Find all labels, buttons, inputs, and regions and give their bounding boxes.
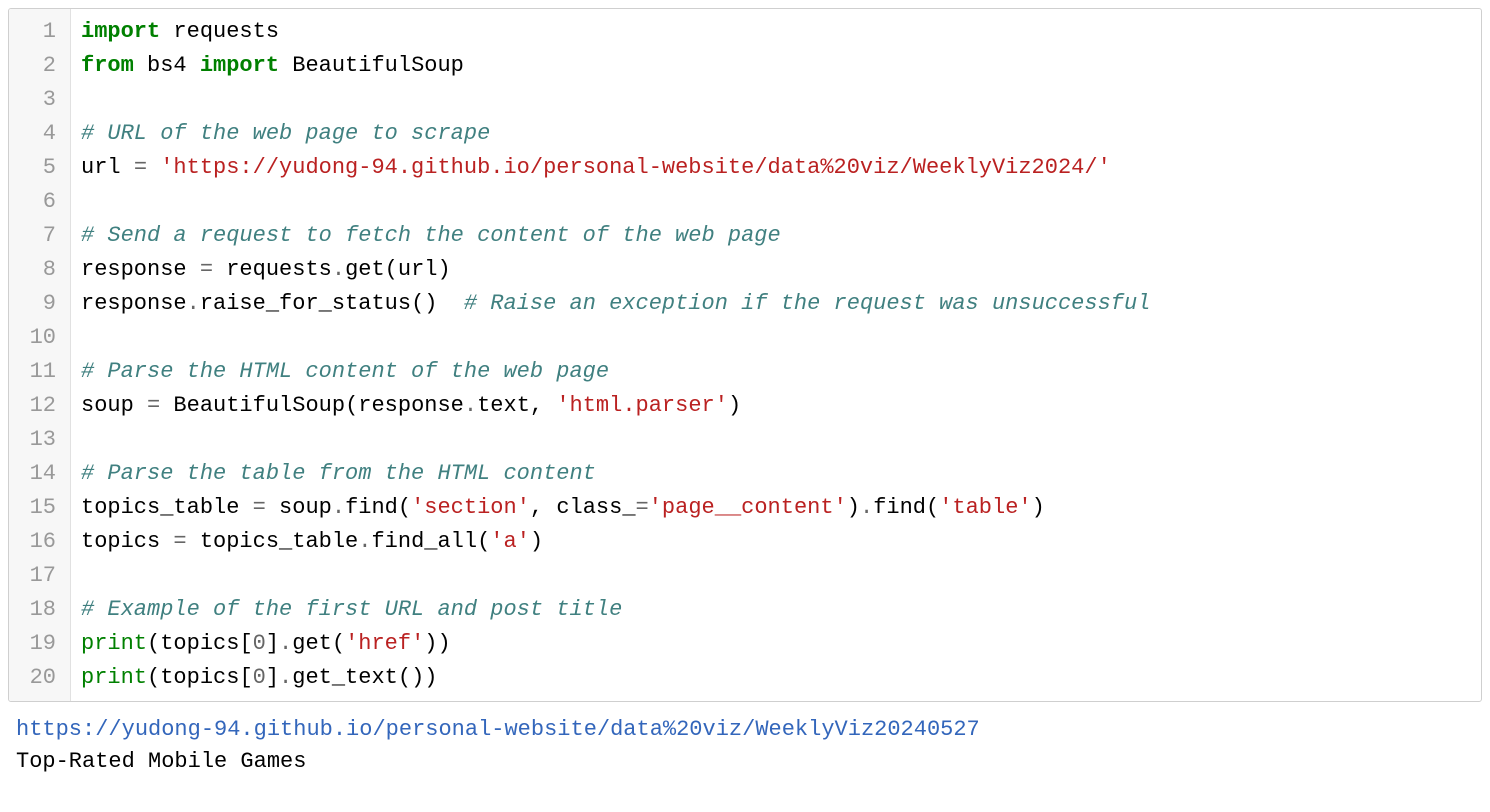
code-line	[81, 83, 1471, 117]
code-line: soup = BeautifulSoup(response.text, 'htm…	[81, 389, 1471, 423]
code-line: response.raise_for_status() # Raise an e…	[81, 287, 1471, 321]
code-cell: 1234567891011121314151617181920 import r…	[8, 8, 1482, 702]
line-number: 20	[9, 661, 70, 695]
code-line: # URL of the web page to scrape	[81, 117, 1471, 151]
code-line	[81, 559, 1471, 593]
line-number: 13	[9, 423, 70, 457]
line-number: 6	[9, 185, 70, 219]
code-line: # Example of the first URL and post titl…	[81, 593, 1471, 627]
output-title: Top-Rated Mobile Games	[16, 746, 1474, 778]
line-number: 18	[9, 593, 70, 627]
code-line: from bs4 import BeautifulSoup	[81, 49, 1471, 83]
line-number: 2	[9, 49, 70, 83]
line-number: 7	[9, 219, 70, 253]
code-line: print(topics[0].get('href'))	[81, 627, 1471, 661]
line-number: 11	[9, 355, 70, 389]
output-url[interactable]: https://yudong-94.github.io/personal-web…	[16, 714, 1474, 746]
line-number: 1	[9, 15, 70, 49]
line-number: 4	[9, 117, 70, 151]
code-line: topics = topics_table.find_all('a')	[81, 525, 1471, 559]
line-number: 16	[9, 525, 70, 559]
code-area[interactable]: import requestsfrom bs4 import Beautiful…	[71, 9, 1481, 701]
code-line	[81, 321, 1471, 355]
code-line: # Parse the table from the HTML content	[81, 457, 1471, 491]
code-line	[81, 423, 1471, 457]
line-number: 5	[9, 151, 70, 185]
code-line	[81, 185, 1471, 219]
line-number: 8	[9, 253, 70, 287]
line-number: 19	[9, 627, 70, 661]
code-line: topics_table = soup.find('section', clas…	[81, 491, 1471, 525]
line-number: 14	[9, 457, 70, 491]
line-number: 15	[9, 491, 70, 525]
output-area: https://yudong-94.github.io/personal-web…	[8, 712, 1482, 786]
line-number-gutter: 1234567891011121314151617181920	[9, 9, 71, 701]
code-line: response = requests.get(url)	[81, 253, 1471, 287]
line-number: 10	[9, 321, 70, 355]
code-line: # Send a request to fetch the content of…	[81, 219, 1471, 253]
code-line: # Parse the HTML content of the web page	[81, 355, 1471, 389]
code-line: print(topics[0].get_text())	[81, 661, 1471, 695]
code-line: url = 'https://yudong-94.github.io/perso…	[81, 151, 1471, 185]
line-number: 3	[9, 83, 70, 117]
line-number: 17	[9, 559, 70, 593]
code-line: import requests	[81, 15, 1471, 49]
line-number: 9	[9, 287, 70, 321]
line-number: 12	[9, 389, 70, 423]
